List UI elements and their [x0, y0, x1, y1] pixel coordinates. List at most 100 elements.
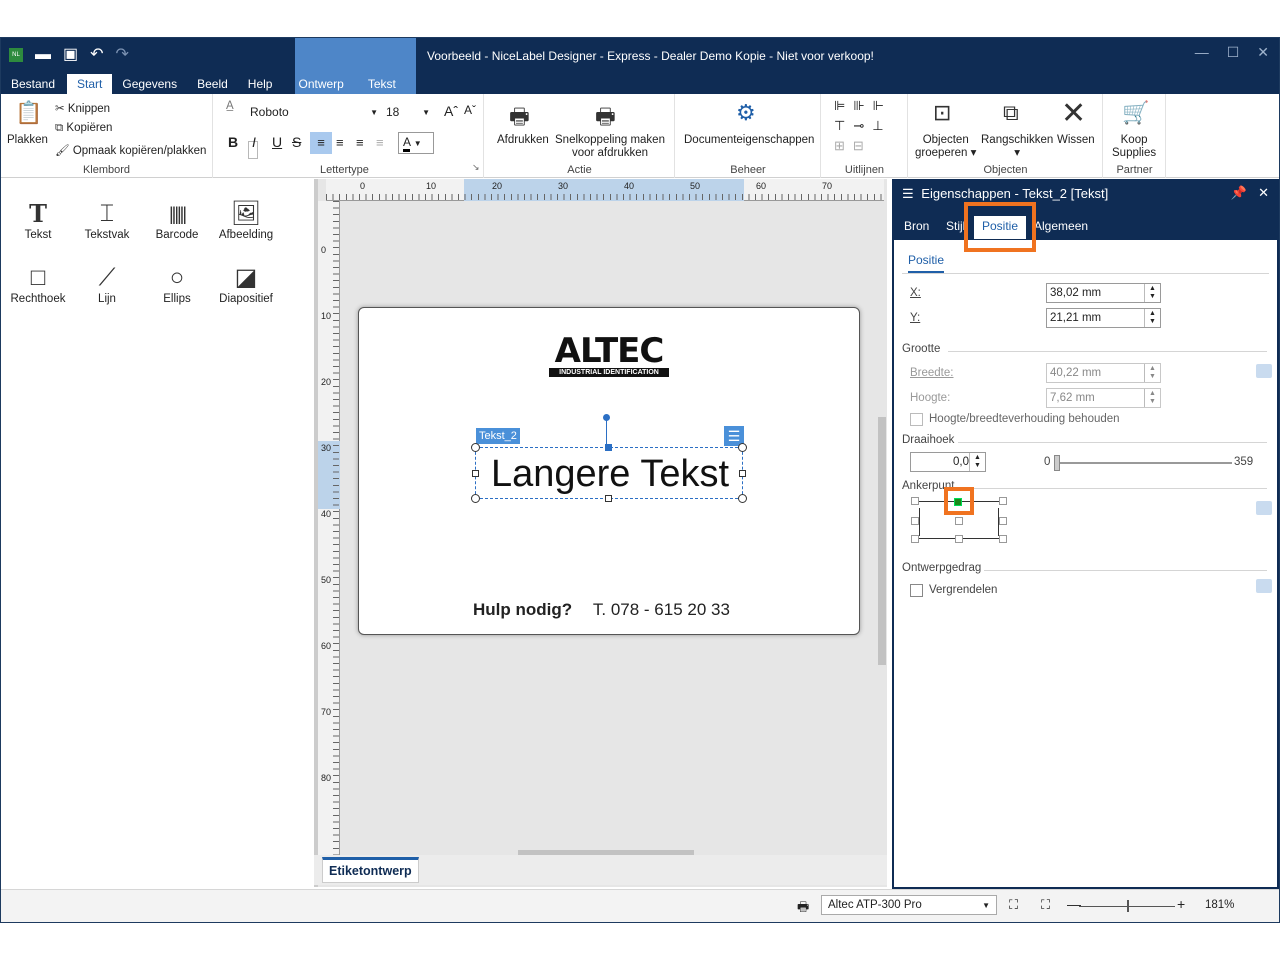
x-input[interactable]: 38,02 mm ▲ ▼ [1046, 283, 1161, 303]
italic-button[interactable]: I [252, 134, 256, 150]
justify-icon[interactable]: ≡ [376, 135, 384, 150]
help-icon-design[interactable] [1256, 579, 1272, 593]
properties-header: ☰ Eigenschappen - Tekst_2 [Tekst] 📌 ✕ [894, 181, 1277, 208]
menu-help[interactable]: Help [238, 74, 283, 94]
lock-checkbox[interactable] [910, 584, 923, 597]
underline-button[interactable]: U [272, 134, 282, 150]
rotation-input[interactable]: 0,0 ▲ ▼ [910, 452, 986, 472]
keep-ratio-checkbox[interactable] [910, 413, 923, 426]
main-text[interactable]: Langere Tekst [476, 452, 744, 496]
fit-page-icon[interactable]: ⛶ [1041, 897, 1050, 913]
tool-rectangle[interactable]: □ Rechthoek [5, 263, 71, 305]
y-label: Y: [910, 312, 921, 324]
text-object-selection[interactable]: Tekst_2 ☰ Langere Tekst [471, 414, 747, 503]
rotate-handle-knob[interactable] [603, 414, 610, 421]
tool-textbox[interactable]: ⌶ Tekstvak [74, 199, 140, 241]
font-size-select[interactable]: 18 ▼ [382, 104, 434, 122]
tab-stijl[interactable]: Stijl [946, 219, 965, 233]
help-icon-anchor[interactable] [1256, 501, 1272, 515]
tool-line[interactable]: ⟋ Lijn [74, 263, 140, 305]
design-canvas[interactable]: 0 10 20 30 40 50 60 70 0 10 20 30 40 50 … [314, 179, 887, 887]
font-color-button[interactable]: A ▼ [398, 132, 434, 154]
tool-barcode[interactable]: |||||| Barcode [144, 199, 210, 241]
rotate-handle[interactable] [606, 418, 607, 446]
group-manage: ⚙ Documenteigenschappen Beheer [676, 94, 821, 178]
height-input[interactable]: 7,62 mm ▲ ▼ [1046, 388, 1161, 408]
redo-icon[interactable]: ↷ [116, 46, 129, 64]
window-title: Voorbeeld - NiceLabel Designer - Express… [427, 49, 874, 63]
group-objects: ⊡ Objecten groeperen ▾ ⧉ Rangschikken ▾ ✕ … [909, 94, 1103, 178]
object-toolbox: T Tekst ⌶ Tekstvak |||||| Barcode 🖼 Afbeeldi… [1, 179, 313, 889]
paste-button[interactable]: Plakken [7, 134, 48, 146]
distribute-objects-icon[interactable]: ⊞⊟ [834, 138, 872, 154]
width-input[interactable]: 40,22 mm ▲ ▼ [1046, 363, 1161, 383]
tab-algemeen[interactable]: Algemeen [1034, 219, 1088, 233]
maximize-icon[interactable]: ☐ [1227, 44, 1240, 61]
format-painter-button[interactable]: 🖌 Opmaak kopiëren/plakken [55, 143, 206, 157]
help-icon-size[interactable] [1256, 364, 1272, 378]
tool-image[interactable]: 🖼 Afbeelding [213, 199, 279, 241]
rotation-slider-thumb[interactable] [1054, 455, 1060, 471]
zoom-slider-thumb[interactable] [1127, 900, 1129, 912]
minimize-icon[interactable]: — [1195, 44, 1209, 61]
menu-ontwerp[interactable]: Ontwerp [288, 74, 353, 94]
printer-select[interactable]: Altec ATP-300 Pro ▼ [821, 895, 997, 915]
tool-ellipse[interactable]: ○ Ellips [144, 263, 210, 305]
hamburger-icon[interactable]: ☰ [902, 186, 914, 201]
panel-close-icon[interactable]: ✕ [1258, 185, 1269, 201]
undo-icon[interactable]: ↶ [90, 46, 103, 64]
printer-status-icon: 🖶 [797, 899, 810, 914]
tab-bron[interactable]: Bron [904, 219, 929, 233]
menu-beeld[interactable]: Beeld [187, 74, 238, 94]
buy-supplies-button[interactable]: Koop Supplies [1112, 134, 1156, 160]
tab-etiketontwerp[interactable]: Etiketontwerp [322, 857, 419, 883]
font-family-select[interactable]: Roboto ▼ [246, 104, 382, 122]
pin-icon[interactable]: 📌 [1231, 185, 1247, 201]
rectangle-tool-icon: □ [30, 264, 46, 291]
object-name-tag: Tekst_2 [476, 428, 520, 444]
group-label-font: Lettertype [320, 164, 369, 176]
barcode-tool-icon: |||||| [168, 204, 187, 224]
save-icon[interactable]: ▣ [63, 46, 78, 64]
label-design[interactable]: ALTEC INDUSTRIAL IDENTIFICATION Tekst_2 … [358, 307, 860, 635]
tool-text[interactable]: T Tekst [5, 199, 71, 241]
document-properties-button[interactable]: Documenteigenschappen [684, 134, 814, 146]
align-right-icon[interactable]: ≡ [356, 135, 364, 150]
align-objects-row2-icon[interactable]: ⊤⊸⊥ [834, 118, 892, 134]
copy-button[interactable]: ⧉ Kopiëren [55, 122, 112, 135]
shopping-cart-icon: 🛒 [1122, 100, 1150, 125]
menu-start[interactable]: Start [67, 74, 113, 94]
highlight-positie-tab [964, 202, 1036, 252]
arrange-button[interactable]: Rangschikken ▾ [981, 134, 1053, 160]
strikethrough-button[interactable]: S [292, 134, 301, 150]
align-objects-row1-icon[interactable]: ⊫⊪⊩ [834, 98, 892, 114]
help-text[interactable]: Hulp nodig? T. 078 - 615 20 33 [473, 600, 730, 620]
align-left-icon[interactable]: ≡ [310, 132, 332, 154]
zoom-in-icon[interactable]: + [1177, 896, 1185, 912]
group-objects-button[interactable]: Objecten groeperen ▾ [915, 134, 976, 160]
tool-inverse[interactable]: ◪ Diapositief [213, 263, 279, 305]
zoom-out-icon[interactable]: — [1067, 896, 1081, 912]
print-button[interactable]: Afdrukken [497, 134, 549, 146]
cut-button[interactable]: ✂ Knippen [55, 101, 110, 115]
print-shortcut-button[interactable]: Snelkoppeling maken voor afdrukken [555, 134, 665, 160]
title-bar: NL ▬ ▣ ↶ ↷ Voorbeeld - NiceLabel Designe… [1, 38, 1279, 94]
shrink-font-icon[interactable]: Aˇ [464, 103, 476, 117]
paste-icon: 📋 [15, 100, 43, 125]
y-input[interactable]: 21,21 mm ▲ ▼ [1046, 308, 1161, 328]
subtab-positie[interactable]: Positie [908, 253, 945, 273]
properties-tabs: Bron Stijl Positie Algemeen [894, 208, 1277, 240]
fit-width-icon[interactable]: ⛶ [1009, 897, 1018, 913]
grow-font-icon[interactable]: Aˆ [444, 103, 458, 119]
delete-button[interactable]: Wissen [1057, 134, 1095, 146]
align-center-icon[interactable]: ≡ [336, 135, 344, 150]
vertical-scrollbar[interactable] [877, 201, 887, 861]
close-icon[interactable]: ✕ [1257, 44, 1269, 61]
menu-gegevens[interactable]: Gegevens [112, 74, 187, 94]
menu-tekst[interactable]: Tekst [358, 74, 406, 94]
bold-button[interactable]: B [228, 134, 238, 150]
open-folder-icon[interactable]: ▬ [35, 46, 51, 64]
delete-icon: ✕ [1061, 97, 1087, 130]
menu-bestand[interactable]: Bestand [1, 74, 65, 94]
rotation-slider[interactable] [1054, 462, 1232, 464]
